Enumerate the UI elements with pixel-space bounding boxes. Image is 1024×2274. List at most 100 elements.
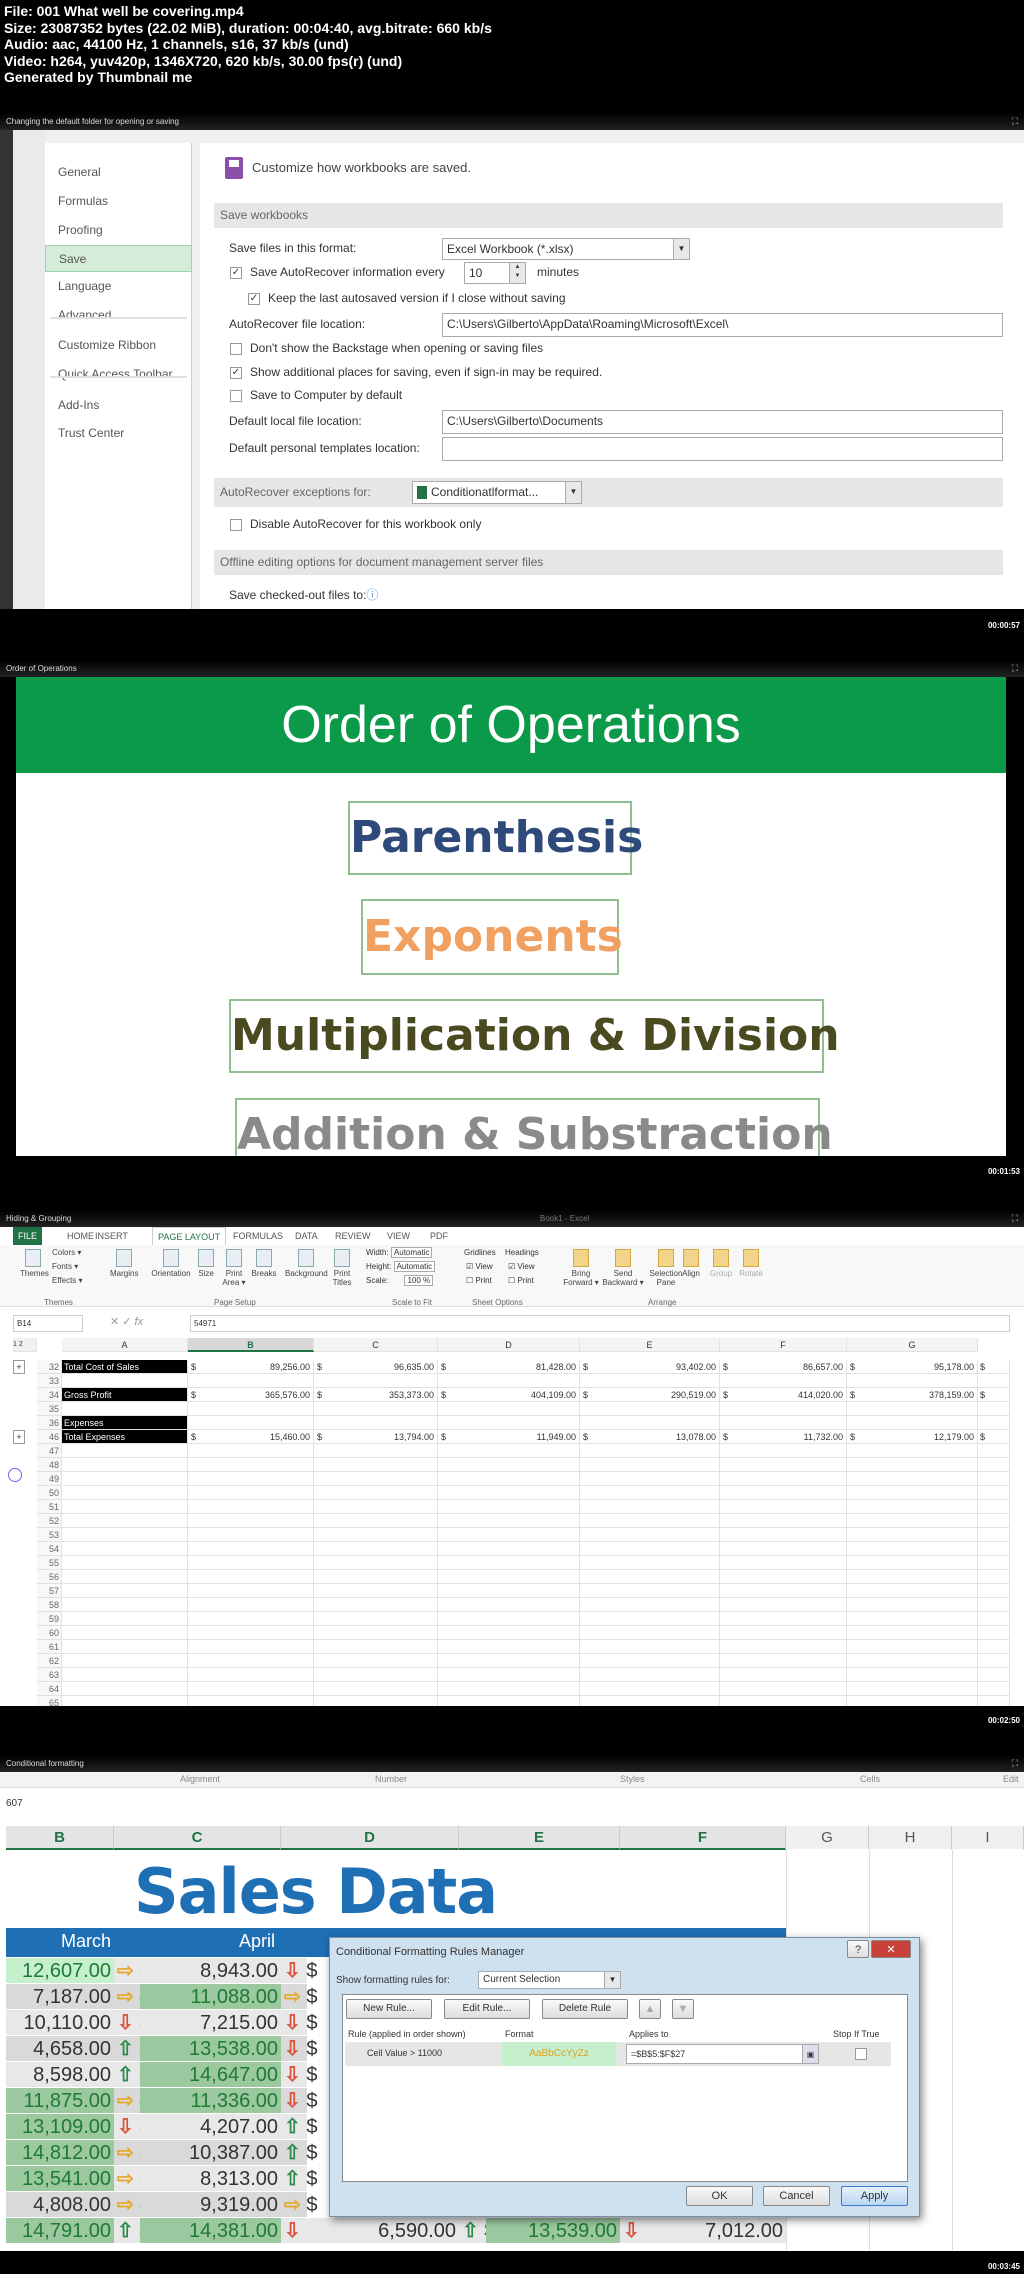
table-cell[interactable] xyxy=(847,1542,978,1556)
table-cell[interactable] xyxy=(314,1472,438,1486)
range-select-icon[interactable]: ▣ xyxy=(802,2045,818,2063)
table-cell[interactable] xyxy=(188,1654,314,1668)
row-header[interactable]: 49 xyxy=(37,1472,62,1486)
table-cell[interactable] xyxy=(314,1654,438,1668)
sales-cell-b[interactable]: 4,808.00 xyxy=(6,2192,114,2218)
table-cell[interactable] xyxy=(580,1584,720,1598)
column-header-E[interactable]: E xyxy=(580,1338,720,1352)
ar-location-input[interactable]: C:\Users\Gilberto\AppData\Roaming\Micros… xyxy=(442,313,1003,337)
sales-cell-c[interactable]: 7,215.00 xyxy=(140,2010,281,2036)
table-cell[interactable] xyxy=(720,1500,847,1514)
ribbon-send-backward-button[interactable]: Send Backward ▾ xyxy=(602,1249,644,1287)
table-cell[interactable] xyxy=(188,1584,314,1598)
rule-row[interactable]: Cell Value > 11000 AaBbCcYyZz =$B$5:$F$2… xyxy=(345,2042,891,2066)
table-cell[interactable] xyxy=(580,1416,720,1430)
nav-item-language[interactable]: Language xyxy=(45,273,192,300)
sales-cell-b[interactable]: 7,187.00 xyxy=(6,1984,114,2010)
table-cell[interactable] xyxy=(580,1570,720,1584)
sales-cell-c[interactable]: 9,319.00 xyxy=(140,2192,281,2218)
table-cell[interactable] xyxy=(438,1570,580,1584)
table-cell[interactable] xyxy=(438,1626,580,1640)
row-header[interactable]: 51 xyxy=(37,1500,62,1514)
table-cell[interactable] xyxy=(720,1626,847,1640)
table-cell[interactable] xyxy=(188,1444,314,1458)
table-cell[interactable] xyxy=(847,1570,978,1584)
table-cell[interactable] xyxy=(438,1612,580,1626)
table-cell[interactable] xyxy=(314,1402,438,1416)
row-header[interactable]: 53 xyxy=(37,1528,62,1542)
table-cell[interactable]: $12,179.00 xyxy=(847,1430,978,1444)
table-cell[interactable] xyxy=(438,1556,580,1570)
effects-button[interactable]: Effects ▾ xyxy=(52,1276,83,1285)
headings-print-checkbox[interactable]: ☐ Print xyxy=(508,1276,534,1285)
table-cell[interactable] xyxy=(438,1682,580,1696)
row-header[interactable]: 33 xyxy=(37,1374,62,1388)
tab-page-layout[interactable]: PAGE LAYOUT xyxy=(152,1227,227,1245)
sales-cell-c[interactable]: 8,313.00 xyxy=(140,2166,281,2192)
row-header[interactable]: 46 xyxy=(37,1430,62,1444)
table-cell[interactable] xyxy=(978,1472,1010,1486)
table-cell[interactable] xyxy=(847,1556,978,1570)
expand-group-button[interactable]: + xyxy=(13,1360,25,1374)
table-cell[interactable] xyxy=(580,1556,720,1570)
autorecover-minutes-stepper[interactable]: 10 ▲ ▼ xyxy=(464,262,526,284)
nav-item-general[interactable]: General xyxy=(45,159,192,186)
cancel-button[interactable]: Cancel xyxy=(763,2186,830,2206)
table-cell[interactable] xyxy=(580,1682,720,1696)
column-header-F[interactable]: F xyxy=(620,1826,786,1850)
headings-view-checkbox[interactable]: ☑ View xyxy=(508,1262,535,1271)
table-cell[interactable] xyxy=(720,1584,847,1598)
ribbon-orientation-button[interactable]: Orientation xyxy=(150,1249,192,1278)
scale-control[interactable]: Scale: 100 % xyxy=(366,1275,434,1286)
table-cell[interactable] xyxy=(720,1696,847,1706)
table-cell[interactable] xyxy=(978,1528,1010,1542)
sales-cell-c[interactable]: 4,207.00 xyxy=(140,2114,281,2140)
help-button[interactable]: ? xyxy=(847,1940,869,1958)
sales-cell-b[interactable]: 13,109.00 xyxy=(6,2114,114,2140)
table-cell[interactable] xyxy=(314,1500,438,1514)
row-header[interactable]: 55 xyxy=(37,1556,62,1570)
table-cell[interactable] xyxy=(720,1458,847,1472)
table-cell[interactable] xyxy=(720,1668,847,1682)
table-cell[interactable] xyxy=(188,1598,314,1612)
table-cell[interactable] xyxy=(188,1626,314,1640)
table-cell[interactable] xyxy=(720,1514,847,1528)
formula-bar[interactable]: 607 xyxy=(6,1798,23,1809)
table-cell[interactable] xyxy=(720,1654,847,1668)
table-cell[interactable] xyxy=(580,1458,720,1472)
table-cell[interactable] xyxy=(314,1626,438,1640)
table-cell[interactable] xyxy=(978,1570,1010,1584)
sales-cell-e[interactable]: 13,539.00 xyxy=(486,2218,620,2244)
table-cell[interactable] xyxy=(847,1374,978,1388)
table-cell[interactable] xyxy=(188,1486,314,1500)
table-cell[interactable] xyxy=(847,1612,978,1626)
sales-cell-b[interactable]: 14,812.00 xyxy=(6,2140,114,2166)
tab-review[interactable]: REVIEW xyxy=(330,1227,376,1245)
table-cell[interactable] xyxy=(438,1500,580,1514)
table-cell[interactable] xyxy=(314,1612,438,1626)
table-cell[interactable] xyxy=(720,1444,847,1458)
ribbon-bring-forward-button[interactable]: Bring Forward ▾ xyxy=(560,1249,602,1287)
table-cell[interactable] xyxy=(847,1472,978,1486)
table-cell[interactable] xyxy=(580,1542,720,1556)
table-cell[interactable] xyxy=(847,1584,978,1598)
name-box[interactable]: B14 xyxy=(13,1315,83,1332)
table-cell[interactable] xyxy=(438,1640,580,1654)
table-cell[interactable] xyxy=(188,1402,314,1416)
column-header-C[interactable]: C xyxy=(314,1338,438,1352)
sales-cell-b[interactable]: 12,607.00 xyxy=(6,1958,114,1984)
table-cell[interactable] xyxy=(580,1472,720,1486)
new-rule-button[interactable]: New Rule... xyxy=(346,1999,432,2019)
table-cell[interactable] xyxy=(978,1374,1010,1388)
table-cell[interactable] xyxy=(978,1584,1010,1598)
table-cell[interactable] xyxy=(438,1486,580,1500)
nav-item-customize-ribbon[interactable]: Customize Ribbon xyxy=(45,332,192,359)
gridlines-print-checkbox[interactable]: ☐ Print xyxy=(466,1276,492,1285)
table-cell[interactable] xyxy=(314,1514,438,1528)
ribbon-print-titles-button[interactable]: Print Titles xyxy=(328,1249,356,1287)
table-cell[interactable] xyxy=(188,1458,314,1472)
width-control[interactable]: Width: Automatic xyxy=(366,1247,433,1258)
table-cell[interactable] xyxy=(438,1514,580,1528)
table-cell[interactable] xyxy=(438,1472,580,1486)
table-cell[interactable] xyxy=(580,1612,720,1626)
